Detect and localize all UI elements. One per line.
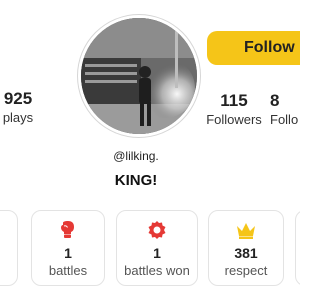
stat-card-battles-won[interactable]: 1 battles won xyxy=(116,210,198,286)
plays-label: plays xyxy=(2,110,34,125)
display-name: KING! xyxy=(114,172,158,189)
stat-card-partial-right[interactable] xyxy=(295,210,300,286)
card-label: battles xyxy=(48,263,88,278)
boxing-glove-icon xyxy=(32,220,104,240)
following-count: 8 xyxy=(270,91,280,110)
following-label: Follo xyxy=(270,112,299,127)
follow-button[interactable]: Follow xyxy=(207,31,300,65)
username-handle: @lilking. xyxy=(113,149,159,163)
card-value: 1 xyxy=(153,245,161,261)
card-value: 1 xyxy=(64,245,72,261)
avatar-photo xyxy=(81,18,197,134)
stat-card-partial-left[interactable]: s xyxy=(0,210,18,286)
stat-card-respect[interactable]: 381 respect xyxy=(208,210,284,286)
followers-label: Followers xyxy=(206,112,262,127)
plays-count: 925 xyxy=(3,89,33,108)
plays-stat[interactable]: 925 plays xyxy=(0,90,48,126)
crown-icon xyxy=(209,220,283,240)
card-value: 381 xyxy=(234,245,258,261)
card-label: s xyxy=(0,263,17,278)
card-label: respect xyxy=(224,263,268,278)
stat-card-battles[interactable]: 1 battles xyxy=(31,210,105,286)
followers-stat[interactable]: 115 Followers xyxy=(202,92,266,128)
award-badge-icon xyxy=(117,220,197,240)
avatar[interactable] xyxy=(78,15,200,137)
profile-screen: 925 plays Follow 115 Followers 8 Follo @… xyxy=(0,0,300,300)
followers-count: 115 xyxy=(220,91,248,110)
card-label: battles won xyxy=(124,263,190,278)
following-stat[interactable]: 8 Follo xyxy=(270,92,300,128)
